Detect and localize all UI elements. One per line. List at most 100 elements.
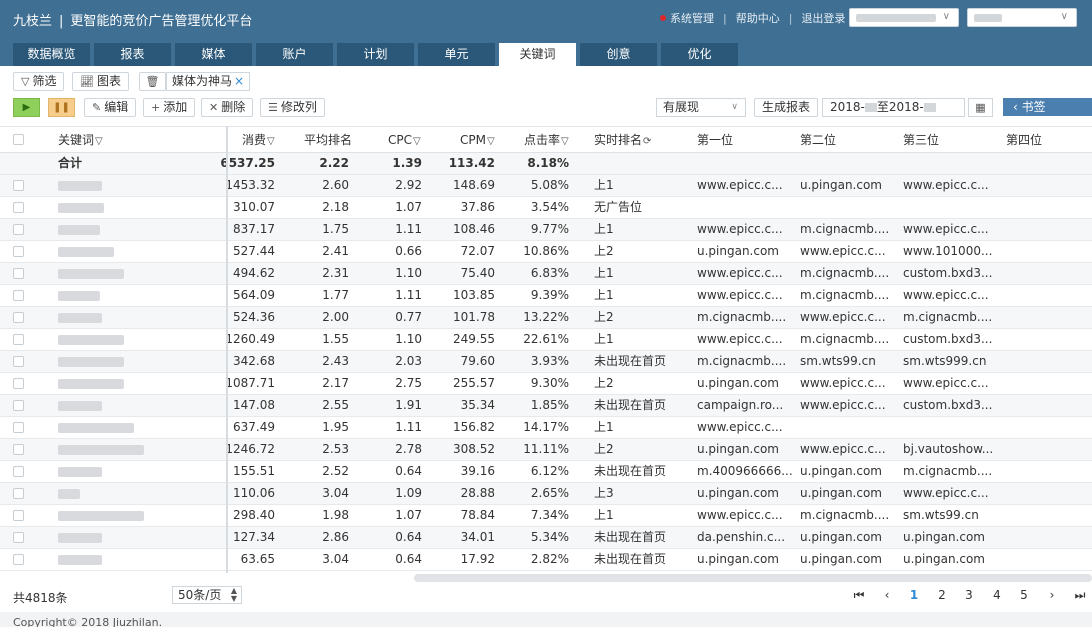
last-page-icon[interactable]: ⏭ xyxy=(1070,588,1090,603)
row-checkbox[interactable] xyxy=(13,510,24,521)
chevron-left-icon: ‹ xyxy=(1013,100,1022,114)
row-checkbox[interactable] xyxy=(13,378,24,389)
table-row[interactable]: 637.49 1.95 1.11 156.82 14.17% 上1 www.epicc.c.… xyxy=(0,417,1092,439)
table-row[interactable]: 298.40 1.98 1.07 78.84 7.34% 上1 www.epicc.c...… xyxy=(0,505,1092,527)
table-row[interactable]: 1087.71 2.17 2.75 255.57 9.30% 上2 u.pingan.com… xyxy=(0,373,1092,395)
table-row[interactable]: 63.65 3.04 0.64 17.92 2.82% 未出现在首页 u.pingan.co… xyxy=(0,549,1092,571)
table-row[interactable]: 494.62 2.31 1.10 75.40 6.83% 上1 www.epicc.c...… xyxy=(0,263,1092,285)
row-checkbox[interactable] xyxy=(13,246,24,257)
page-4[interactable]: 4 xyxy=(987,588,1007,602)
tab-overview[interactable]: 数据概览 xyxy=(13,43,90,66)
cell-ctr: 9.39% xyxy=(530,288,569,302)
tab-keyword[interactable]: 关键词 xyxy=(499,43,576,66)
table-row[interactable]: 110.06 3.04 1.09 28.88 2.65% 上3 u.pingan.com u.… xyxy=(0,483,1092,505)
table-row[interactable]: 342.68 2.43 2.03 79.60 3.93% 未出现在首页 m.cignacmb… xyxy=(0,351,1092,373)
calendar-button[interactable]: ▦ xyxy=(968,98,993,117)
table-row[interactable]: 127.34 2.86 0.64 34.01 5.34% 未出现在首页 da.penshin… xyxy=(0,527,1092,549)
next-page-icon[interactable]: › xyxy=(1042,588,1062,602)
row-checkbox[interactable] xyxy=(13,312,24,323)
row-checkbox[interactable] xyxy=(13,444,24,455)
modify-columns-button[interactable]: ☰ 修改列 xyxy=(260,98,325,117)
tab-media[interactable]: 媒体 xyxy=(175,43,252,66)
refresh-icon[interactable]: ⟳ xyxy=(643,136,651,147)
filter-button[interactable]: ▽ 筛选 xyxy=(13,72,65,91)
chart-button[interactable]: 📈︎ 图表 xyxy=(72,72,129,91)
list-icon: ☰ xyxy=(268,101,278,114)
table-row[interactable]: 1246.72 2.53 2.78 308.52 11.11% 上2 u.pingan.co… xyxy=(0,439,1092,461)
tab-optimize[interactable]: 优化 xyxy=(661,43,738,66)
tab-plan[interactable]: 计划 xyxy=(337,43,414,66)
filter-icon[interactable]: ▽ xyxy=(95,136,103,147)
logout-link[interactable]: 退出登录 xyxy=(801,10,845,26)
page-1[interactable]: 1 xyxy=(904,588,924,602)
row-checkbox[interactable] xyxy=(13,268,24,279)
table-row[interactable]: 147.08 2.55 1.91 35.34 1.85% 未出现在首页 campaign.r… xyxy=(0,395,1092,417)
play-button[interactable]: ▶ xyxy=(13,98,40,117)
platform-select[interactable]: ∨ xyxy=(967,8,1077,27)
tab-creative[interactable]: 创意 xyxy=(580,43,657,66)
table-row[interactable]: 527.44 2.41 0.66 72.07 10.86% 上2 u.pingan.com w… xyxy=(0,241,1092,263)
row-checkbox[interactable] xyxy=(13,488,24,499)
table-row[interactable]: 155.51 2.52 0.64 39.16 6.12% 未出现在首页 m.40096666… xyxy=(0,461,1092,483)
generate-report-button[interactable]: 生成报表 xyxy=(754,98,819,117)
cell-cpm: 75.40 xyxy=(460,266,495,280)
delete-button[interactable]: ✕ 删除 xyxy=(201,98,254,117)
table-row[interactable]: 310.07 2.18 1.07 37.86 3.54% 无广告位 xyxy=(0,197,1092,219)
close-icon[interactable]: × xyxy=(234,74,244,88)
pause-button[interactable]: ❚❚ xyxy=(48,98,75,117)
table-row[interactable]: 837.17 1.75 1.11 108.46 9.77% 上1 www.epicc.c..… xyxy=(0,219,1092,241)
edit-button[interactable]: ✎ 编辑 xyxy=(84,98,137,117)
page-3[interactable]: 3 xyxy=(959,588,979,602)
row-checkbox[interactable] xyxy=(13,224,24,235)
row-checkbox[interactable] xyxy=(13,202,24,213)
filter-icon[interactable]: ▽ xyxy=(413,136,421,147)
system-management-link[interactable]: 系统管理 xyxy=(670,10,714,26)
cell-ctr: 9.77% xyxy=(530,222,569,236)
row-checkbox[interactable] xyxy=(13,466,24,477)
page-2[interactable]: 2 xyxy=(932,588,952,602)
brand-name[interactable]: 九枝兰 xyxy=(13,14,52,29)
cell-avg: 2.00 xyxy=(322,310,349,324)
col-cpm[interactable]: CPM▽ xyxy=(460,127,495,153)
select-all-checkbox[interactable] xyxy=(13,134,24,145)
page-5[interactable]: 5 xyxy=(1014,588,1034,602)
bookmark-button[interactable]: ‹ 书签 xyxy=(1003,98,1092,116)
table-row[interactable]: 1260.49 1.55 1.10 249.55 22.61% 上1 www.epicc.c… xyxy=(0,329,1092,351)
row-checkbox[interactable] xyxy=(13,334,24,345)
horizontal-scrollbar[interactable] xyxy=(414,574,1092,582)
filter-icon[interactable]: ▽ xyxy=(267,136,275,147)
row-checkbox[interactable] xyxy=(13,356,24,367)
col-realtime-rank[interactable]: 实时排名⟳ xyxy=(594,127,651,153)
filter-icon[interactable]: ▽ xyxy=(487,136,495,147)
row-checkbox[interactable] xyxy=(13,422,24,433)
table-row[interactable]: 524.36 2.00 0.77 101.78 13.22% 上2 m.cignacmb..… xyxy=(0,307,1092,329)
table-row[interactable]: 564.09 1.77 1.11 103.85 9.39% 上1 www.epicc.c..… xyxy=(0,285,1092,307)
trash-button[interactable]: 🗑︎ xyxy=(139,72,166,91)
row-checkbox[interactable] xyxy=(13,180,24,191)
col-avg-rank[interactable]: 平均排名 xyxy=(304,127,352,153)
col-cost[interactable]: 消费▽ xyxy=(242,127,275,153)
row-checkbox[interactable] xyxy=(13,400,24,411)
col-keyword[interactable]: 关键词▽ xyxy=(58,127,103,153)
row-checkbox[interactable] xyxy=(13,290,24,301)
date-range-field[interactable]: 2018- 至2018- xyxy=(822,98,965,117)
cell-cpc: 0.64 xyxy=(395,464,422,478)
col-ctr[interactable]: 点击率▽ xyxy=(524,127,569,153)
prev-page-icon[interactable]: ‹ xyxy=(877,588,897,602)
tab-unit[interactable]: 单元 xyxy=(418,43,495,66)
filter-icon[interactable]: ▽ xyxy=(561,136,569,147)
cell-cpm: 39.16 xyxy=(460,464,495,478)
help-center-link[interactable]: 帮助中心 xyxy=(736,10,780,26)
tab-account[interactable]: 账户 xyxy=(256,43,333,66)
display-filter-select[interactable]: 有展现 ∨ xyxy=(656,98,746,117)
first-page-icon[interactable]: ⏮ xyxy=(849,588,869,603)
row-checkbox[interactable] xyxy=(13,532,24,543)
table-row[interactable]: 1453.32 2.60 2.92 148.69 5.08% 上1 www.epicc.c.… xyxy=(0,175,1092,197)
cell-rank: 未出现在首页 xyxy=(594,398,667,412)
account-select[interactable]: ∨ xyxy=(849,8,959,27)
add-button[interactable]: + 添加 xyxy=(143,98,196,117)
tab-report[interactable]: 报表 xyxy=(94,43,171,66)
col-cpc[interactable]: CPC▽ xyxy=(388,127,421,153)
page-size-select[interactable]: 50条/页 ▲ ▼ xyxy=(172,586,242,604)
row-checkbox[interactable] xyxy=(13,554,24,565)
